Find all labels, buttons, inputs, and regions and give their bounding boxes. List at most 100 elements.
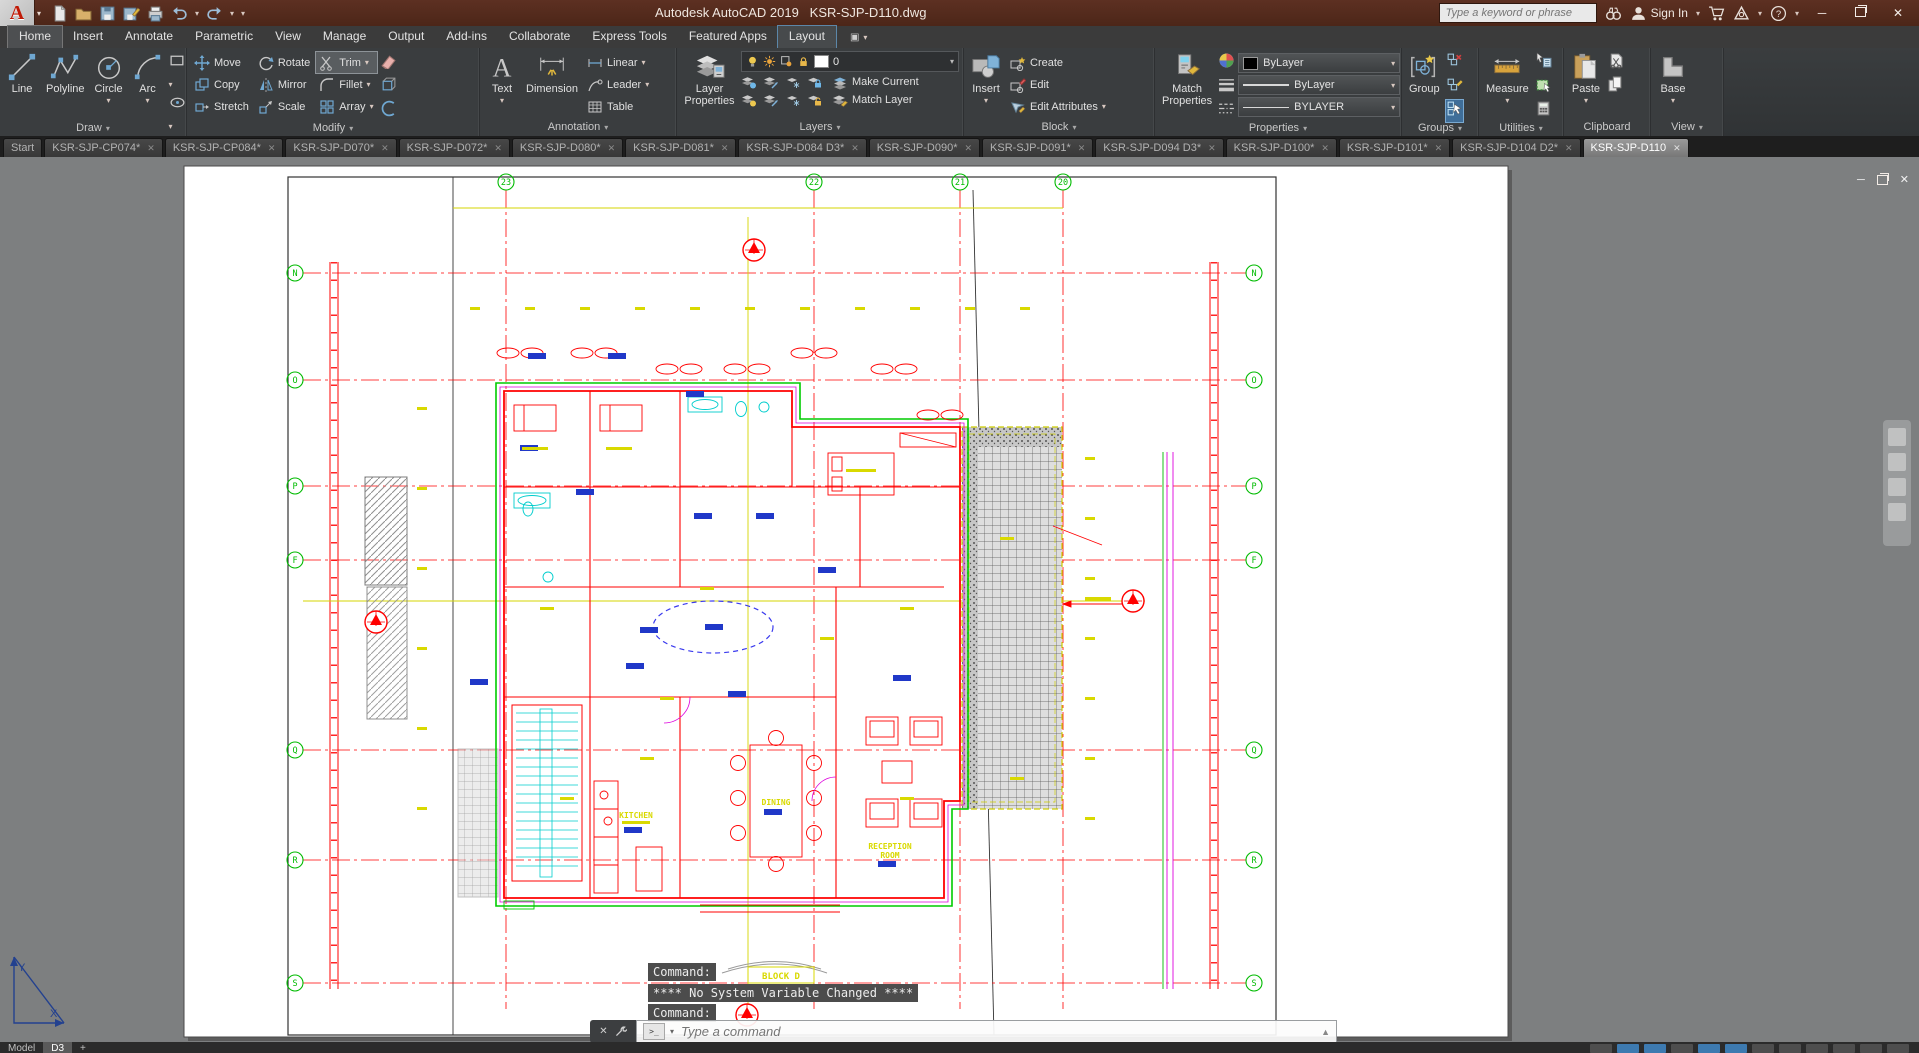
tab-insert[interactable]: Insert	[62, 26, 114, 48]
group-selection-toggle[interactable]	[1446, 100, 1463, 122]
trim-dropdown-icon[interactable]: ▾	[365, 58, 369, 67]
ungroup-button[interactable]	[1446, 52, 1463, 74]
close-tab-icon[interactable]: ✕	[147, 143, 155, 154]
command-window[interactable]: ✕ >_ ▾ ▲	[590, 1020, 1337, 1043]
recent-commands-dropdown-icon[interactable]: ▾	[670, 1027, 674, 1036]
close-tab-icon[interactable]: ✕	[608, 143, 616, 154]
cut-button[interactable]	[1607, 52, 1624, 74]
group-edit-button[interactable]	[1446, 76, 1463, 98]
erase-button[interactable]	[380, 52, 397, 74]
tab-layout[interactable]: Layout	[778, 26, 836, 48]
object-color-dropdown[interactable]: ByLayer▾	[1238, 53, 1400, 73]
quick-select-button[interactable]	[1535, 52, 1552, 74]
command-expand-icon[interactable]: ▲	[1321, 1027, 1330, 1037]
tab-view[interactable]: View	[264, 26, 312, 48]
file-tab-active[interactable]: KSR-SJP-D110✕	[1583, 138, 1689, 157]
close-tab-icon[interactable]: ✕	[381, 143, 389, 154]
restore-button[interactable]	[1845, 6, 1875, 20]
insert-button[interactable]: Insert▾	[968, 51, 1004, 108]
color-wheel-icon[interactable]	[1218, 52, 1235, 74]
drawing-canvas[interactable]: 23222120 NOPFQRS NOPFQRS	[0, 157, 1919, 1042]
status-toggle[interactable]	[1617, 1044, 1639, 1053]
tab-collaborate[interactable]: Collaborate	[498, 26, 581, 48]
qat-customize-icon[interactable]: ▾	[241, 9, 245, 18]
layout-tab-d3[interactable]: D3	[43, 1042, 72, 1053]
minimize-button[interactable]: ─	[1807, 6, 1837, 20]
layer-freeze-icon[interactable]	[785, 74, 801, 90]
close-tab-icon[interactable]: ✕	[1673, 143, 1681, 154]
table-button[interactable]: Table	[584, 96, 652, 117]
insert-dropdown-icon[interactable]: ▾	[984, 95, 988, 107]
command-input[interactable]	[679, 1023, 1316, 1040]
nav-orbit-icon[interactable]	[1888, 478, 1906, 496]
quick-calculator-button[interactable]	[1535, 100, 1552, 122]
match-layer-button[interactable]: Match Layer	[829, 92, 916, 108]
arc-dropdown-icon[interactable]: ▾	[146, 95, 150, 107]
linetype-icon[interactable]	[1218, 100, 1235, 122]
status-toggle[interactable]	[1644, 1044, 1666, 1053]
layer-unlock2-icon[interactable]	[807, 92, 823, 108]
panel-label-utilities[interactable]: Utilities▾	[1479, 120, 1563, 136]
status-toggle[interactable]	[1725, 1044, 1747, 1053]
nav-zoom-icon[interactable]	[1888, 453, 1906, 471]
status-toggle[interactable]	[1860, 1044, 1882, 1053]
redo-dropdown-icon[interactable]: ▾	[230, 9, 234, 18]
offset-button[interactable]	[380, 100, 397, 122]
status-toggle[interactable]	[1779, 1044, 1801, 1053]
layer-thaw-all-icon[interactable]	[785, 92, 801, 108]
status-toggle[interactable]	[1887, 1044, 1909, 1053]
leader-dropdown-icon[interactable]: ▾	[645, 80, 649, 89]
edit-block-button[interactable]: Edit	[1007, 74, 1109, 95]
lineweight-icon[interactable]	[1218, 76, 1235, 98]
match-properties-button[interactable]: Match Properties	[1159, 51, 1215, 108]
save-as-icon[interactable]	[123, 5, 140, 22]
panel-label-modify[interactable]: Modify▾	[187, 120, 479, 136]
array-button[interactable]: Array▾	[316, 96, 376, 117]
dimension-button[interactable]: Dimension	[523, 51, 581, 96]
line-button[interactable]: Line	[4, 51, 40, 96]
status-toggle[interactable]	[1752, 1044, 1774, 1053]
status-toggle[interactable]	[1671, 1044, 1693, 1053]
stretch-button[interactable]: Stretch	[191, 96, 252, 117]
tab-addins[interactable]: Add-ins	[435, 26, 498, 48]
layer-lock-icon[interactable]	[807, 74, 823, 90]
panel-label-layers[interactable]: Layers▾	[677, 118, 963, 136]
panel-label-properties[interactable]: Properties▾	[1155, 120, 1401, 136]
nav-steering-icon[interactable]	[1888, 503, 1906, 521]
close-tab-icon[interactable]: ✕	[1435, 143, 1443, 154]
linear-button[interactable]: Linear▾	[584, 52, 652, 73]
file-tab[interactable]: KSR-SJP-D104 D2*✕	[1452, 138, 1580, 157]
tab-featured-apps[interactable]: Featured Apps	[678, 26, 778, 48]
lineweight-dropdown[interactable]: ByLayer▾	[1238, 75, 1400, 95]
status-toggle[interactable]	[1806, 1044, 1828, 1053]
status-toggle[interactable]	[1833, 1044, 1855, 1053]
close-tab-icon[interactable]: ✕	[965, 143, 973, 154]
undo-dropdown-icon[interactable]: ▾	[195, 9, 199, 18]
signin-dropdown-icon[interactable]: ▾	[1696, 9, 1700, 18]
app-store-cart-icon[interactable]	[1708, 5, 1725, 22]
layer-properties-button[interactable]: Layer Properties	[681, 51, 738, 108]
new-layout-button[interactable]: +	[72, 1042, 94, 1053]
measure-button[interactable]: Measure▾	[1483, 51, 1532, 108]
command-customize-wrench-icon[interactable]	[614, 1025, 627, 1038]
quick-calc-select-button[interactable]	[1535, 76, 1552, 98]
copy-button[interactable]: Copy	[191, 74, 252, 95]
panel-label-draw[interactable]: Draw▾	[0, 120, 186, 136]
plot-icon[interactable]	[147, 5, 164, 22]
tab-parametric[interactable]: Parametric	[184, 26, 264, 48]
text-dropdown-icon[interactable]: ▾	[500, 95, 504, 107]
file-tab[interactable]: KSR-SJP-D072*✕	[399, 138, 510, 157]
status-toggle[interactable]	[1590, 1044, 1612, 1053]
drawing-close-icon[interactable]: ✕	[1900, 173, 1909, 186]
ribbon-collapse-control[interactable]: ▣▾	[850, 26, 867, 48]
rotate-button[interactable]: Rotate	[255, 52, 313, 73]
panel-label-clipboard[interactable]: Clipboard	[1564, 118, 1650, 136]
model-tab[interactable]: Model	[0, 1042, 43, 1053]
help-search-box[interactable]	[1439, 3, 1597, 23]
polyline-button[interactable]: Polyline	[43, 51, 88, 96]
file-tab[interactable]: KSR-SJP-D081*✕	[625, 138, 736, 157]
layer-dropdown[interactable]: 0 ▾	[741, 51, 959, 72]
paste-dropdown-icon[interactable]: ▾	[1584, 95, 1588, 107]
file-tab[interactable]: KSR-SJP-D100*✕	[1226, 138, 1337, 157]
create-block-button[interactable]: Create	[1007, 52, 1109, 73]
